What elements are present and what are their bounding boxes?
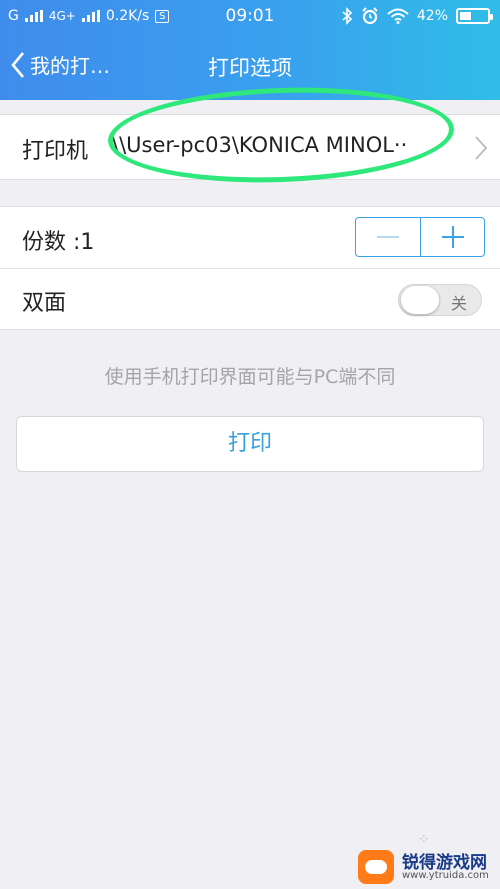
watermark: 锐得游戏网 www.ytruida.com: [358, 846, 498, 886]
toggle-state-label: 关: [450, 294, 467, 313]
print-button[interactable]: 打印: [16, 416, 484, 472]
watermark-url: www.ytruida.com: [402, 870, 489, 881]
battery-icon: [456, 8, 493, 24]
plus-icon: [441, 226, 464, 248]
duplex-row: 双面 关: [0, 269, 500, 331]
status-bar: G 4G+ 0.2K/s S 09:01 42%: [0, 0, 500, 34]
increment-button[interactable]: [420, 218, 484, 256]
printer-value: \\User-pc03\KONICA MINOL··: [112, 133, 408, 157]
network-speed: 0.2K/s: [105, 8, 150, 24]
status-right: 42%: [341, 7, 493, 25]
chevron-right-icon: [475, 136, 488, 160]
bluetooth-icon: [342, 7, 353, 25]
duplex-label: 双面: [22, 291, 67, 316]
signal-icon: [24, 10, 43, 22]
carrier-label: G: [8, 8, 19, 24]
info-note: 使用手机打印界面可能与PC端不同: [104, 366, 396, 388]
watermark-logo-icon: [358, 850, 394, 884]
wifi-icon: [387, 8, 409, 24]
minus-icon: [377, 236, 399, 238]
options-group: 份数 :1 双面 关: [0, 206, 500, 330]
network-type: 4G+: [48, 9, 76, 23]
toggle-knob: [401, 286, 439, 314]
duplex-toggle[interactable]: 关: [398, 284, 482, 316]
alarm-icon: [362, 7, 378, 25]
sim-icon: S: [155, 9, 170, 23]
status-left: G 4G+ 0.2K/s S: [8, 8, 170, 24]
battery-level-fill: [460, 12, 471, 20]
decrement-button[interactable]: [356, 218, 420, 256]
chevron-left-icon: [11, 51, 24, 78]
copies-row: 份数 :1: [0, 207, 500, 269]
header: G 4G+ 0.2K/s S 09:01 42% 我的打… 打印选项: [0, 0, 500, 100]
printer-select-row[interactable]: 打印机 \\User-pc03\KONICA MINOL··: [0, 114, 500, 180]
back-label: 我的打…: [30, 54, 110, 78]
nav-bar: 我的打… 打印选项: [0, 34, 500, 100]
printer-label: 打印机: [22, 139, 89, 164]
copies-stepper: [355, 217, 485, 257]
copies-label: 份数 :1: [22, 230, 95, 255]
back-button[interactable]: 我的打…: [10, 50, 110, 79]
battery-percent: 42%: [416, 8, 448, 24]
signal-icon-2: [81, 10, 100, 22]
